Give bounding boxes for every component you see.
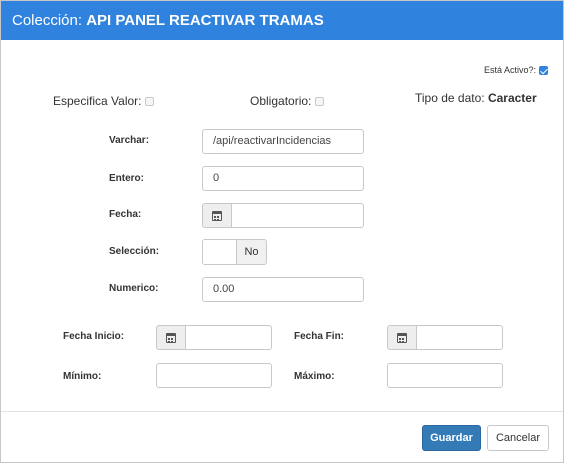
numerico-label: Numerico: — [109, 283, 159, 294]
obligatorio-row: Obligatorio: — [250, 94, 324, 108]
varchar-input[interactable]: /api/reactivarIncidencias — [202, 129, 364, 154]
fecha-fin-calendar-button[interactable] — [387, 325, 417, 350]
seleccion-toggle[interactable]: No — [202, 239, 267, 265]
toggle-handle — [203, 240, 236, 264]
obligatorio-label: Obligatorio: — [250, 94, 312, 108]
calendar-icon — [212, 210, 222, 221]
tipo-dato: Tipo de dato: Caracter — [415, 91, 537, 105]
tipo-dato-label: Tipo de dato: — [415, 91, 485, 105]
fecha-inicio-input[interactable] — [186, 325, 272, 350]
minimo-label: Mínimo: — [63, 371, 102, 382]
numerico-input[interactable]: 0.00 — [202, 277, 364, 302]
fecha-inicio-calendar-button[interactable] — [156, 325, 186, 350]
modal-title: API PANEL REACTIVAR TRAMAS — [86, 12, 324, 29]
modal-title-prefix: Colección: — [12, 12, 87, 29]
entero-input[interactable]: 0 — [202, 166, 364, 191]
fecha-input[interactable] — [232, 203, 364, 228]
maximo-label: Máximo: — [294, 371, 335, 382]
minimo-input[interactable] — [156, 363, 272, 388]
especifica-checkbox[interactable] — [144, 97, 154, 107]
fecha-fin-input-group — [387, 325, 503, 350]
cancelar-button[interactable]: Cancelar — [487, 425, 549, 451]
activo-checkbox[interactable] — [538, 66, 548, 76]
calendar-icon — [166, 332, 176, 343]
obligatorio-checkbox[interactable] — [314, 97, 324, 107]
especifica-row: Especifica Valor: — [53, 94, 154, 108]
calendar-icon — [397, 332, 407, 343]
entero-label: Entero: — [109, 173, 144, 184]
fecha-fin-input[interactable] — [417, 325, 503, 350]
fecha-input-group — [202, 203, 364, 228]
toggle-no-label: No — [236, 240, 266, 264]
fecha-fin-label: Fecha Fin: — [294, 331, 345, 342]
fecha-label: Fecha: — [109, 209, 142, 220]
maximo-input[interactable] — [387, 363, 503, 388]
activo-label: Está Activo?: — [484, 65, 537, 75]
seleccion-label: Selección: — [109, 246, 160, 257]
fecha-calendar-button[interactable] — [202, 203, 232, 228]
footer-divider — [1, 411, 563, 412]
coleccion-modal: Colección: API PANEL REACTIVAR TRAMAS Es… — [0, 0, 564, 463]
fecha-inicio-input-group — [156, 325, 272, 350]
tipo-dato-value: Caracter — [487, 91, 537, 105]
modal-header: Colección: API PANEL REACTIVAR TRAMAS — [1, 1, 563, 40]
varchar-label: Varchar: — [109, 135, 150, 146]
activo-row: Está Activo?: — [484, 65, 548, 76]
guardar-button[interactable]: Guardar — [422, 425, 481, 451]
fecha-inicio-label: Fecha Inicio: — [63, 331, 125, 342]
especifica-label: Especifica Valor: — [53, 94, 142, 108]
